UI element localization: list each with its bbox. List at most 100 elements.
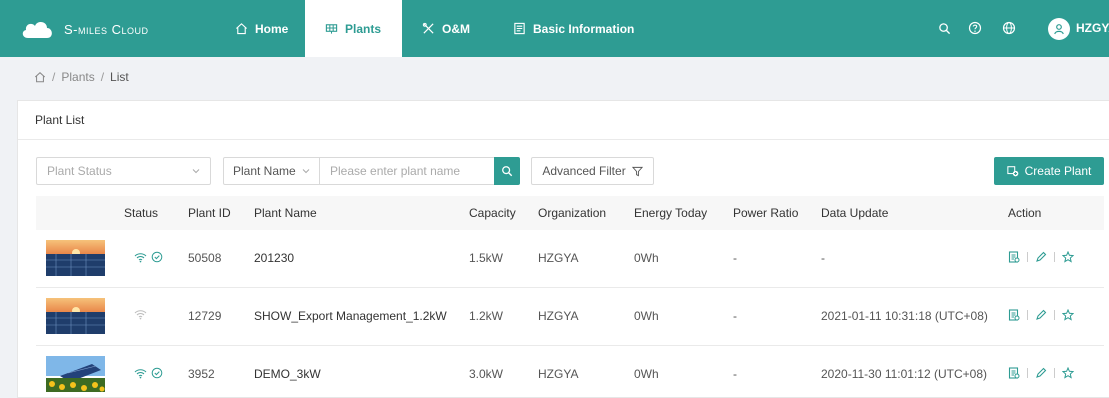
basic-info-icon bbox=[514, 22, 525, 35]
breadcrumb: / Plants / List bbox=[34, 69, 129, 85]
report-icon[interactable] bbox=[1008, 367, 1020, 379]
app-name: S-miles Cloud bbox=[64, 21, 149, 37]
plant-thumbnail[interactable] bbox=[46, 240, 105, 276]
edit-icon[interactable] bbox=[1035, 367, 1047, 379]
search-icon bbox=[502, 166, 513, 177]
th-plant-id[interactable]: Plant ID bbox=[188, 206, 231, 220]
report-icon[interactable] bbox=[1008, 251, 1020, 263]
table-row[interactable]: 50508 201230 1.5kW HZGYA 0Wh - - bbox=[36, 230, 1104, 288]
cloud-logo-icon bbox=[22, 22, 52, 38]
plant-data-update: - bbox=[821, 251, 825, 265]
plant-status bbox=[134, 309, 151, 320]
th-organization[interactable]: Organization bbox=[538, 206, 606, 220]
nav-home-label: Home bbox=[255, 21, 289, 36]
plant-list-card: Plant List Plant Status Plant Name Advan… bbox=[17, 100, 1109, 398]
plant-organization: HZGYA bbox=[538, 309, 579, 323]
plant-id: 3952 bbox=[188, 367, 215, 381]
divider bbox=[1027, 252, 1028, 262]
add-plant-icon bbox=[1006, 166, 1018, 177]
plant-name[interactable]: 201230 bbox=[254, 251, 294, 265]
th-data-update[interactable]: Data Update bbox=[821, 206, 888, 220]
edit-icon[interactable] bbox=[1035, 309, 1047, 321]
star-icon[interactable] bbox=[1062, 367, 1074, 379]
table-row[interactable]: 12729 SHOW_Export Management_1.2kW 1.2kW… bbox=[36, 288, 1104, 346]
th-power-ratio[interactable]: Power Ratio bbox=[733, 206, 798, 220]
th-status[interactable]: Status bbox=[124, 206, 158, 220]
divider bbox=[1054, 252, 1055, 262]
filter-icon bbox=[631, 166, 643, 176]
plant-status-placeholder: Plant Status bbox=[47, 164, 112, 178]
plant-thumbnail[interactable] bbox=[46, 356, 105, 392]
card-title: Plant List bbox=[35, 113, 85, 127]
plant-energy-today: 0Wh bbox=[634, 367, 659, 381]
row-actions bbox=[1008, 367, 1074, 379]
plants-icon bbox=[325, 24, 338, 34]
check-circle-icon bbox=[151, 367, 163, 379]
plant-name-input[interactable] bbox=[320, 158, 494, 184]
plant-organization: HZGYA bbox=[538, 367, 579, 381]
nav-om[interactable]: O&M bbox=[410, 0, 490, 57]
user-icon bbox=[1054, 24, 1064, 35]
plant-data-update: 2021-01-11 10:31:18 (UTC+08) bbox=[821, 309, 988, 323]
th-energy-today[interactable]: Energy Today bbox=[634, 206, 707, 220]
app-logo[interactable]: S-miles Cloud bbox=[20, 16, 149, 42]
plant-name[interactable]: DEMO_3kW bbox=[254, 367, 321, 381]
table-header: Status Plant ID Plant Name Capacity Orga… bbox=[36, 196, 1104, 230]
th-action: Action bbox=[1008, 206, 1042, 220]
plant-id: 12729 bbox=[188, 309, 222, 323]
divider bbox=[18, 139, 1109, 140]
signal-icon bbox=[134, 368, 147, 378]
create-plant-label: Create Plant bbox=[1024, 164, 1092, 178]
home-icon[interactable] bbox=[34, 71, 46, 83]
plant-capacity: 1.2kW bbox=[469, 309, 504, 323]
divider bbox=[1027, 310, 1028, 320]
nav-plants[interactable]: Plants bbox=[305, 0, 402, 57]
plant-name[interactable]: SHOW_Export Management_1.2kW bbox=[254, 309, 447, 323]
om-icon bbox=[422, 22, 434, 34]
plant-power-ratio: - bbox=[733, 251, 737, 265]
chevron-down-icon bbox=[192, 169, 200, 174]
check-circle-icon bbox=[151, 251, 163, 263]
plant-status-select[interactable]: Plant Status bbox=[36, 157, 211, 185]
divider bbox=[1027, 368, 1028, 378]
plant-id: 50508 bbox=[188, 251, 222, 265]
table-row[interactable]: 3952 DEMO_3kW 3.0kW HZGYA 0Wh - 2020-11-… bbox=[36, 346, 1104, 398]
plant-power-ratio: - bbox=[733, 367, 737, 381]
report-icon[interactable] bbox=[1008, 309, 1020, 321]
divider bbox=[1054, 368, 1055, 378]
breadcrumb-separator: / bbox=[52, 70, 56, 84]
plant-energy-today: 0Wh bbox=[634, 309, 659, 323]
signal-icon bbox=[134, 252, 147, 262]
nav-basic-information[interactable]: Basic Information bbox=[505, 0, 645, 57]
nav-om-label: O&M bbox=[442, 21, 470, 36]
row-actions bbox=[1008, 309, 1074, 321]
advanced-filter-button[interactable]: Advanced Filter bbox=[531, 157, 654, 185]
plant-organization: HZGYA bbox=[538, 251, 579, 265]
plant-status bbox=[134, 367, 167, 379]
plant-capacity: 3.0kW bbox=[469, 367, 504, 381]
th-capacity[interactable]: Capacity bbox=[469, 206, 516, 220]
search-type-select[interactable]: Plant Name bbox=[224, 158, 320, 184]
search-icon[interactable] bbox=[935, 19, 953, 37]
plant-thumbnail[interactable] bbox=[46, 298, 105, 334]
star-icon[interactable] bbox=[1062, 309, 1074, 321]
breadcrumb-separator: / bbox=[100, 70, 105, 84]
chevron-down-icon bbox=[302, 169, 310, 174]
th-plant-name[interactable]: Plant Name bbox=[254, 206, 317, 220]
edit-icon[interactable] bbox=[1035, 251, 1047, 263]
globe-icon[interactable] bbox=[1000, 19, 1018, 37]
plant-status bbox=[134, 251, 167, 263]
plant-energy-today: 0Wh bbox=[634, 251, 659, 265]
row-actions bbox=[1008, 251, 1074, 263]
help-icon[interactable] bbox=[966, 19, 984, 37]
nav-home[interactable]: Home bbox=[221, 0, 305, 57]
star-icon[interactable] bbox=[1062, 251, 1074, 263]
advanced-filter-label: Advanced Filter bbox=[542, 164, 626, 178]
username[interactable]: HZGYA bbox=[1076, 21, 1109, 35]
search-button[interactable] bbox=[494, 157, 520, 185]
avatar[interactable] bbox=[1048, 18, 1070, 40]
breadcrumb-plants[interactable]: Plants bbox=[61, 70, 94, 84]
plant-name-search-group: Plant Name bbox=[223, 157, 495, 185]
create-plant-button[interactable]: Create Plant bbox=[994, 157, 1104, 185]
divider bbox=[1054, 310, 1055, 320]
